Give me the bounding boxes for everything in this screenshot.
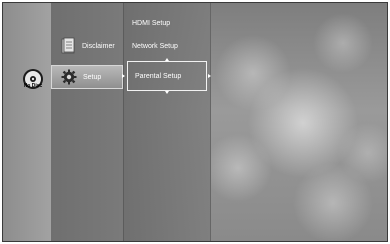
document-icon [61, 37, 75, 54]
submenu-label: Parental Setup [135, 72, 182, 80]
disc-column [3, 3, 52, 241]
main-menu-item-disclaimer[interactable]: Disclaimer [51, 34, 123, 58]
screen: No Disc Disclaimer Setup HDMI Setup Netw… [2, 2, 388, 242]
selection-right-arrow-icon [208, 74, 211, 78]
gear-icon [61, 69, 77, 85]
scroll-down-arrow-icon [165, 91, 169, 94]
main-menu-label: Disclaimer [82, 42, 115, 50]
disc-status-label: No Disc [23, 83, 43, 89]
main-menu-label: Setup [83, 73, 102, 81]
submenu-item-network-setup[interactable]: Network Setup [132, 43, 178, 50]
submenu-item-parental-setup[interactable]: Parental Setup [127, 61, 207, 91]
submenu-item-hdmi-setup[interactable]: HDMI Setup [132, 20, 170, 27]
selection-left-arrow-icon [122, 74, 125, 78]
main-menu-item-setup[interactable]: Setup [51, 65, 123, 89]
sub-menu-column [124, 3, 211, 241]
